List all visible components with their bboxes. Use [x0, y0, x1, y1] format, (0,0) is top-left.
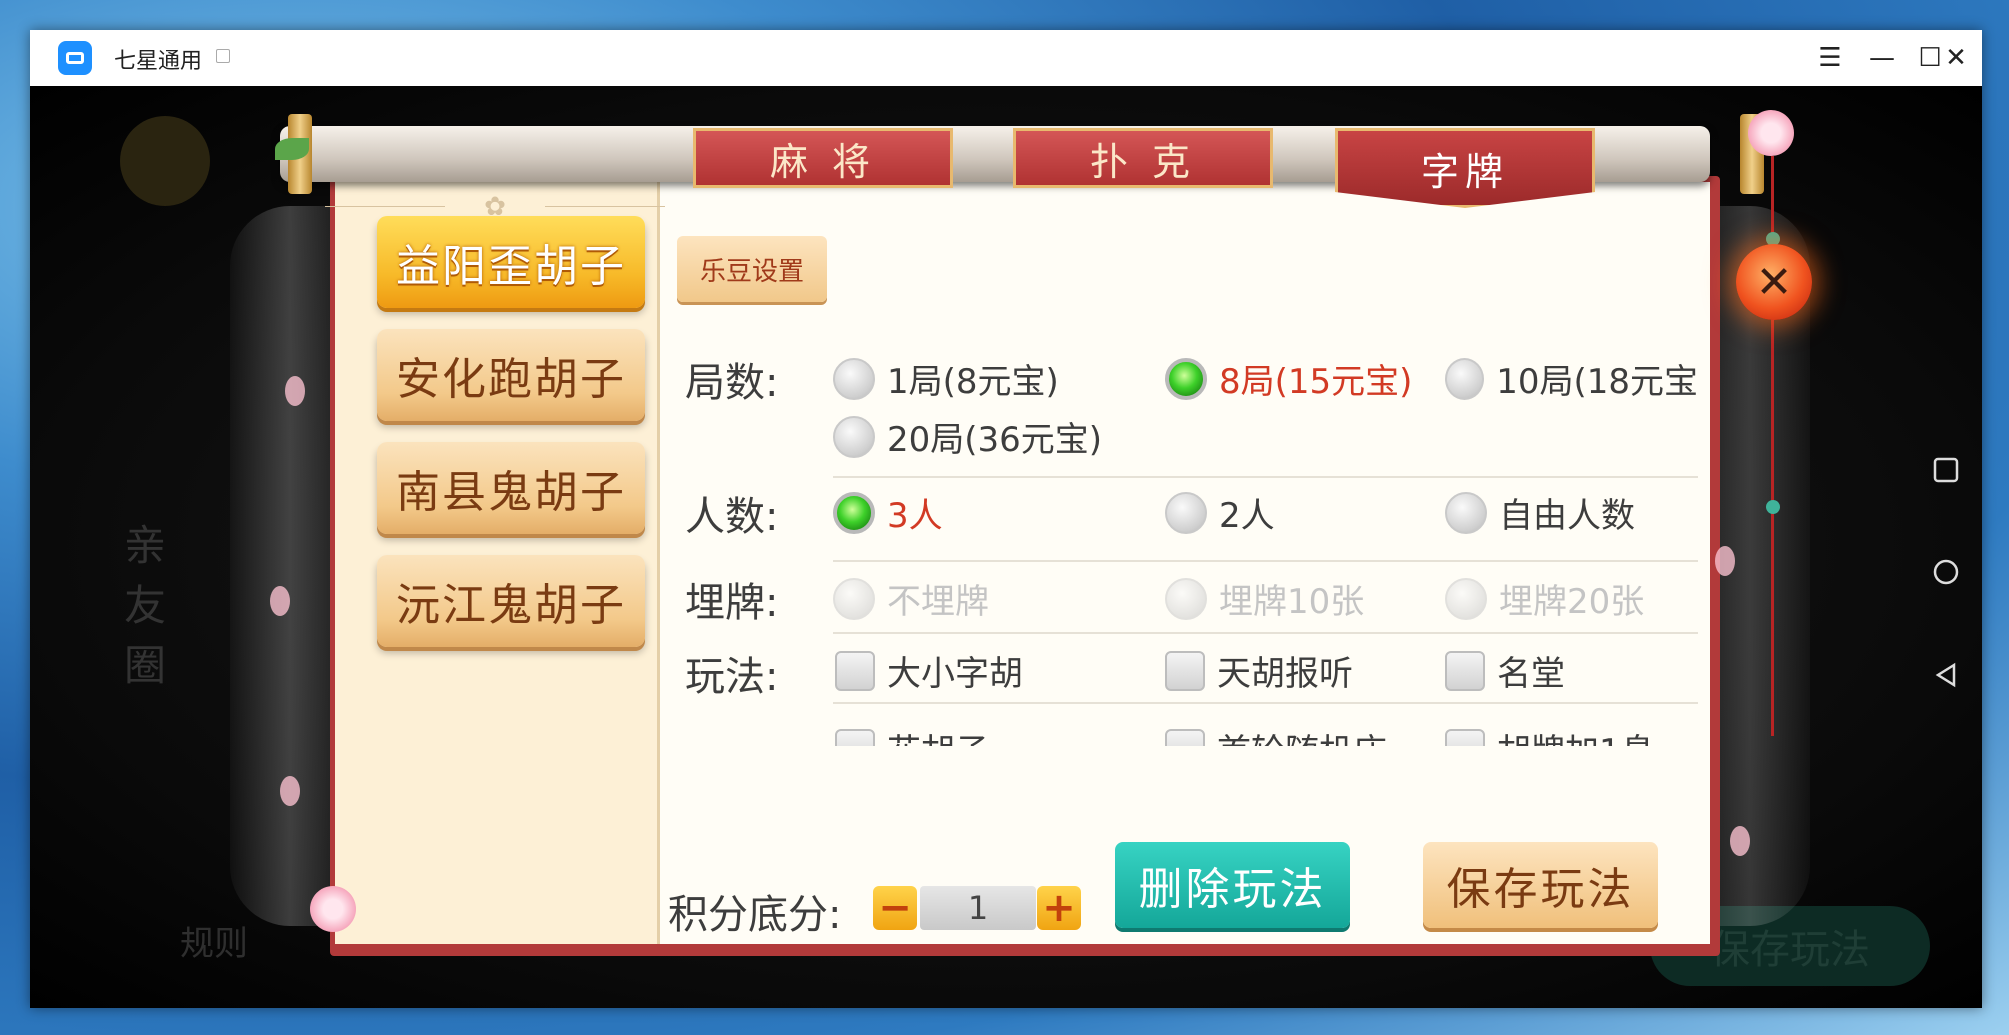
players-option-free[interactable]: 自由人数	[1445, 488, 1635, 537]
score-minus-button[interactable]: −	[873, 886, 917, 930]
checkbox-icon	[835, 728, 875, 746]
recent-apps-icon[interactable]	[1932, 456, 1962, 486]
background-back-button	[120, 116, 210, 206]
rules-label: 玩法:	[685, 654, 779, 700]
score-value: 1	[920, 886, 1036, 930]
title-bar: 七星通用 ☰ — ☐ ✕	[30, 30, 1982, 86]
divider	[833, 476, 1698, 478]
rounds-option-8[interactable]: 8局(15元宝)	[1165, 354, 1412, 403]
bury-label: 埋牌:	[685, 580, 779, 626]
petal-decoration	[1715, 546, 1735, 576]
menu-icon[interactable]: ☰	[1810, 38, 1850, 78]
game-viewport: 亲友圈 规则 保存玩法 ✿ 麻 将 扑 克 字牌 益阳歪胡子 安化跑胡子 南县鬼…	[30, 86, 1982, 1008]
rule-hu-plus-1[interactable]: 胡牌加1息	[1445, 724, 1655, 746]
game-yiyang-waihuzi[interactable]: 益阳歪胡子	[377, 216, 645, 308]
radio-disabled-icon	[1445, 577, 1487, 620]
divider	[833, 632, 1698, 634]
checkbox-icon	[1445, 650, 1485, 691]
window-title: 七星通用	[114, 49, 203, 74]
game-yuanjiang-guihuzi[interactable]: 沅江鬼胡子	[377, 555, 645, 647]
checkbox-icon	[1165, 650, 1205, 691]
tab-zipai[interactable]: 字牌	[1335, 128, 1595, 208]
background-side-text: 亲友圈	[123, 521, 166, 690]
radio-icon	[1445, 357, 1485, 400]
radio-disabled-icon	[1165, 577, 1207, 620]
checkbox-icon	[1445, 728, 1485, 746]
rule-huahuzi[interactable]: 花胡子	[835, 724, 989, 746]
divider	[833, 702, 1698, 704]
pin-icon[interactable]	[216, 49, 230, 63]
app-window: 七星通用 ☰ — ☐ ✕ 亲友圈 规则 保存玩法 ✿ 麻 将 扑 克 字牌 益阳…	[30, 30, 1982, 1008]
bead-decoration	[1766, 500, 1780, 514]
divider	[833, 560, 1698, 562]
ledou-settings-button[interactable]: 乐豆设置	[677, 236, 827, 302]
petal-decoration	[270, 586, 290, 616]
radio-disabled-icon	[833, 577, 875, 620]
rule-tianhubaoting[interactable]: 天胡报听	[1165, 646, 1353, 695]
petal-decoration	[285, 376, 305, 406]
android-nav-bar	[1912, 86, 1982, 1008]
radio-icon	[833, 415, 875, 458]
game-anhua-paohuzi[interactable]: 安化跑胡子	[377, 329, 645, 421]
background-bottom-text: 规则	[180, 924, 248, 964]
game-nanxian-guihuzi[interactable]: 南县鬼胡子	[377, 442, 645, 534]
minimize-button[interactable]: —	[1862, 38, 1902, 78]
rounds-option-10[interactable]: 10局(18元宝	[1445, 354, 1698, 403]
radio-icon	[1165, 491, 1207, 534]
bury-option-20: 埋牌20张	[1445, 574, 1644, 623]
rule-first-random-dealer[interactable]: 首轮随机庄	[1165, 724, 1387, 746]
blossom-decoration	[1748, 110, 1794, 156]
tab-poker[interactable]: 扑 克	[1013, 128, 1273, 188]
tab-mahjong[interactable]: 麻 将	[693, 128, 953, 188]
bury-option-10: 埋牌10张	[1165, 574, 1364, 623]
players-option-2[interactable]: 2人	[1165, 488, 1275, 537]
radio-icon	[1445, 491, 1487, 534]
delete-rules-button[interactable]: 删除玩法	[1115, 842, 1350, 928]
score-plus-button[interactable]: +	[1037, 886, 1081, 930]
radio-selected-icon	[833, 491, 875, 534]
close-dialog-button[interactable]: ✕	[1736, 244, 1812, 320]
home-icon[interactable]	[1932, 558, 1962, 588]
rounds-option-20[interactable]: 20局(36元宝)	[833, 412, 1102, 461]
radio-icon	[833, 357, 875, 400]
blossom-decoration	[310, 886, 356, 932]
leaf-decoration	[275, 138, 309, 160]
rules-scroll-clip: 花胡子 首轮随机庄 胡牌加1息	[825, 716, 1705, 746]
close-window-button[interactable]: ✕	[1936, 38, 1976, 78]
app-icon	[58, 41, 92, 75]
score-label: 积分底分:	[668, 892, 842, 938]
checkbox-icon	[1165, 728, 1205, 746]
rounds-option-1[interactable]: 1局(8元宝)	[833, 354, 1059, 403]
rule-mingtang[interactable]: 名堂	[1445, 646, 1565, 695]
players-label: 人数:	[685, 494, 779, 540]
radio-selected-icon	[1165, 357, 1207, 400]
checkbox-icon	[835, 650, 875, 691]
back-icon[interactable]	[1932, 661, 1962, 691]
save-rules-button[interactable]: 保存玩法	[1423, 842, 1658, 928]
petal-decoration	[1730, 826, 1750, 856]
petal-decoration	[280, 776, 300, 806]
rounds-label: 局数:	[685, 360, 779, 406]
players-option-3[interactable]: 3人	[833, 488, 943, 537]
rule-daxiaozihu[interactable]: 大小字胡	[835, 646, 1023, 695]
bury-option-none: 不埋牌	[833, 574, 989, 623]
